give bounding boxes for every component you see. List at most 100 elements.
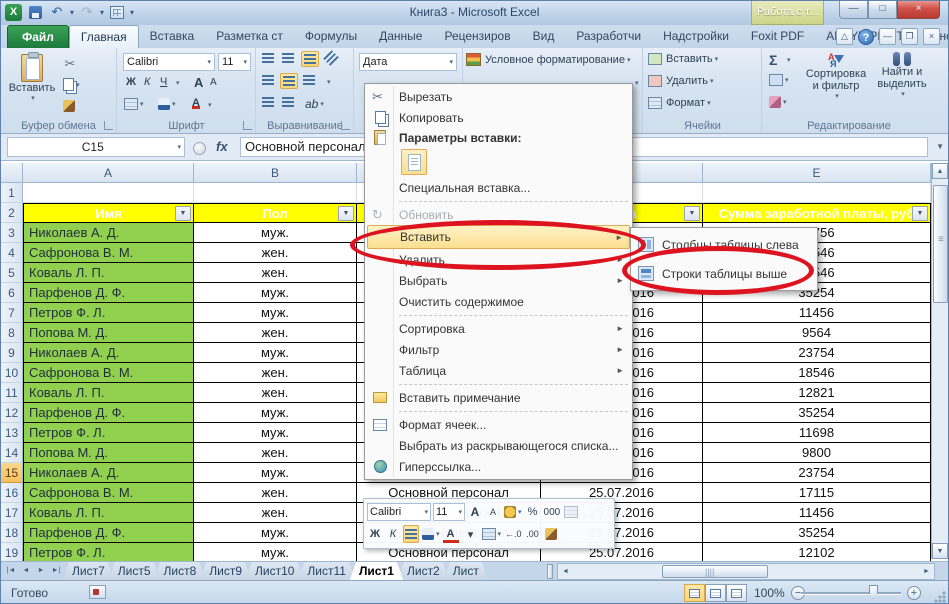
mini-format-painter-button[interactable]: [543, 525, 559, 543]
ribbon-tab-Разметка ст[interactable]: Разметка ст: [205, 25, 294, 48]
menu-item-сортировка[interactable]: Сортировка►: [367, 318, 630, 339]
cell-A6[interactable]: Парфенов Д. Ф.: [23, 283, 194, 303]
table-header-E2[interactable]: Сумма заработной платы, руб▼: [703, 203, 931, 223]
customize-qat-icon[interactable]: ▾: [130, 8, 134, 17]
zoom-level-label[interactable]: 100%: [754, 586, 785, 600]
table-mode-icon[interactable]: [108, 3, 126, 21]
cell-A16[interactable]: Сафронова В. М.: [23, 483, 194, 503]
align-bottom-button[interactable]: [301, 51, 319, 67]
cell-E15[interactable]: 23754: [703, 463, 931, 483]
row-header-3[interactable]: 3: [1, 223, 23, 243]
table-header-B2[interactable]: Пол▼: [194, 203, 357, 223]
cell-A9[interactable]: Николаев А. Д.: [23, 343, 194, 363]
maximize-button[interactable]: □: [868, 1, 897, 19]
mini-borders-button[interactable]: ▾: [481, 525, 503, 543]
cell-E16[interactable]: 17115: [703, 483, 931, 503]
tab-split-handle[interactable]: [547, 564, 553, 579]
sheet-tab-Лист9[interactable]: Лист9: [200, 562, 251, 580]
expand-formula-bar-icon[interactable]: ▼: [936, 142, 944, 151]
ribbon-tab-Данные[interactable]: Данные: [368, 25, 433, 48]
fill-button[interactable]: ▾: [769, 74, 789, 86]
filter-dropdown-icon[interactable]: ▼: [338, 206, 354, 221]
zoom-slider-track[interactable]: [801, 592, 901, 594]
increase-indent-button[interactable]: [282, 97, 294, 107]
select-all-corner[interactable]: [1, 163, 23, 183]
mini-accounting-button[interactable]: ▾: [503, 503, 523, 521]
ribbon-tab-Рецензиров[interactable]: Рецензиров: [433, 25, 521, 48]
cell-A10[interactable]: Сафронова В. М.: [23, 363, 194, 383]
cell-B10[interactable]: жен.: [194, 363, 357, 383]
ribbon-tab-Foxit PDF[interactable]: Foxit PDF: [740, 25, 815, 48]
font-color-dropdown-icon[interactable]: ▾: [208, 101, 212, 109]
row-header-7[interactable]: 7: [1, 303, 23, 323]
cell-B17[interactable]: жен.: [194, 503, 357, 523]
row-header-14[interactable]: 14: [1, 443, 23, 463]
cell-B15[interactable]: муж.: [194, 463, 357, 483]
cell-E12[interactable]: 35254: [703, 403, 931, 423]
mini-bold-button[interactable]: Ж: [367, 525, 383, 543]
cell-B8[interactable]: жен.: [194, 323, 357, 343]
align-middle-button[interactable]: [282, 53, 294, 63]
col-header-B[interactable]: B: [194, 163, 357, 183]
vertical-scroll-thumb[interactable]: [933, 185, 948, 303]
format-painter-button[interactable]: [63, 100, 75, 112]
clear-button[interactable]: ▾: [769, 96, 787, 108]
delete-cells-button[interactable]: Удалить▾: [648, 75, 714, 87]
orientation-button[interactable]: [325, 53, 337, 63]
row-header-15[interactable]: 15: [1, 463, 23, 483]
row-header-17[interactable]: 17: [1, 503, 23, 523]
row-header-1[interactable]: 1: [1, 183, 23, 203]
cell-B12[interactable]: муж.: [194, 403, 357, 423]
cell-A19[interactable]: Петров Ф. Л.: [23, 543, 194, 561]
mini-font-name-combo[interactable]: Calibri▾: [367, 503, 431, 521]
resize-grip[interactable]: [933, 590, 946, 603]
cell-A14[interactable]: Попова М. Д.: [23, 443, 194, 463]
cell-A1[interactable]: [23, 183, 194, 203]
mini-font-size-combo[interactable]: 11▾: [433, 503, 465, 521]
page-layout-view-button[interactable]: [705, 584, 726, 602]
cell-B18[interactable]: муж.: [194, 523, 357, 543]
ribbon-tab-Формулы[interactable]: Формулы: [294, 25, 368, 48]
sheet-tab-Лист10[interactable]: Лист10: [246, 562, 303, 580]
borders-button[interactable]: ▾: [124, 98, 144, 110]
menu-item-выбрать[interactable]: Выбрать►: [367, 270, 630, 291]
paste-dropdown-icon[interactable]: ▾: [31, 94, 35, 102]
cell-E7[interactable]: 11456: [703, 303, 931, 323]
table-header-A2[interactable]: Имя▼: [23, 203, 194, 223]
cell-B19[interactable]: муж.: [194, 543, 357, 561]
cell-E8[interactable]: 9564: [703, 323, 931, 343]
sheet-tab-Лист[interactable]: Лист: [444, 562, 488, 580]
sheet-tab-Лист8[interactable]: Лист8: [155, 562, 206, 580]
row-header-6[interactable]: 6: [1, 283, 23, 303]
copy-button[interactable]: ▾: [63, 78, 80, 91]
cell-B6[interactable]: муж.: [194, 283, 357, 303]
underline-dropdown-icon[interactable]: ▾: [176, 79, 180, 87]
menu-item-выбрать-из-раскрывающегося-списка-[interactable]: Выбрать из раскрывающегося списка...: [367, 435, 630, 456]
row-header-2[interactable]: 2: [1, 203, 23, 223]
menu-item-гиперссылка-[interactable]: Гиперссылка...: [367, 456, 630, 477]
first-sheet-icon[interactable]: |◄: [4, 564, 18, 578]
excel-logo-icon[interactable]: X: [5, 4, 22, 21]
cell-E11[interactable]: 12821: [703, 383, 931, 403]
align-top-button[interactable]: [262, 53, 274, 63]
last-sheet-icon[interactable]: ►|: [49, 564, 63, 578]
menu-item-копировать[interactable]: Копировать: [367, 107, 630, 128]
row-header-11[interactable]: 11: [1, 383, 23, 403]
font-size-combo[interactable]: 11▾: [218, 53, 251, 71]
autosum-button[interactable]: Σ: [769, 52, 777, 68]
cell-A8[interactable]: Попова М. Д.: [23, 323, 194, 343]
save-icon[interactable]: [26, 3, 44, 21]
bold-button[interactable]: Ж: [126, 76, 136, 88]
cell-B11[interactable]: жен.: [194, 383, 357, 403]
cell-E9[interactable]: 23754: [703, 343, 931, 363]
cut-button[interactable]: [61, 56, 79, 72]
cell-A5[interactable]: Коваль Л. П.: [23, 263, 194, 283]
row-header-9[interactable]: 9: [1, 343, 23, 363]
next-sheet-icon[interactable]: ►: [34, 564, 48, 578]
paste-button[interactable]: Вставить ▾: [9, 54, 55, 102]
cell-A17[interactable]: Коваль Л. П.: [23, 503, 194, 523]
zoom-in-icon[interactable]: +: [907, 586, 921, 600]
cell-B1[interactable]: [194, 183, 357, 203]
font-dialog-launcher-icon[interactable]: [243, 121, 252, 130]
number-format-combo[interactable]: Дата▾: [359, 53, 457, 71]
